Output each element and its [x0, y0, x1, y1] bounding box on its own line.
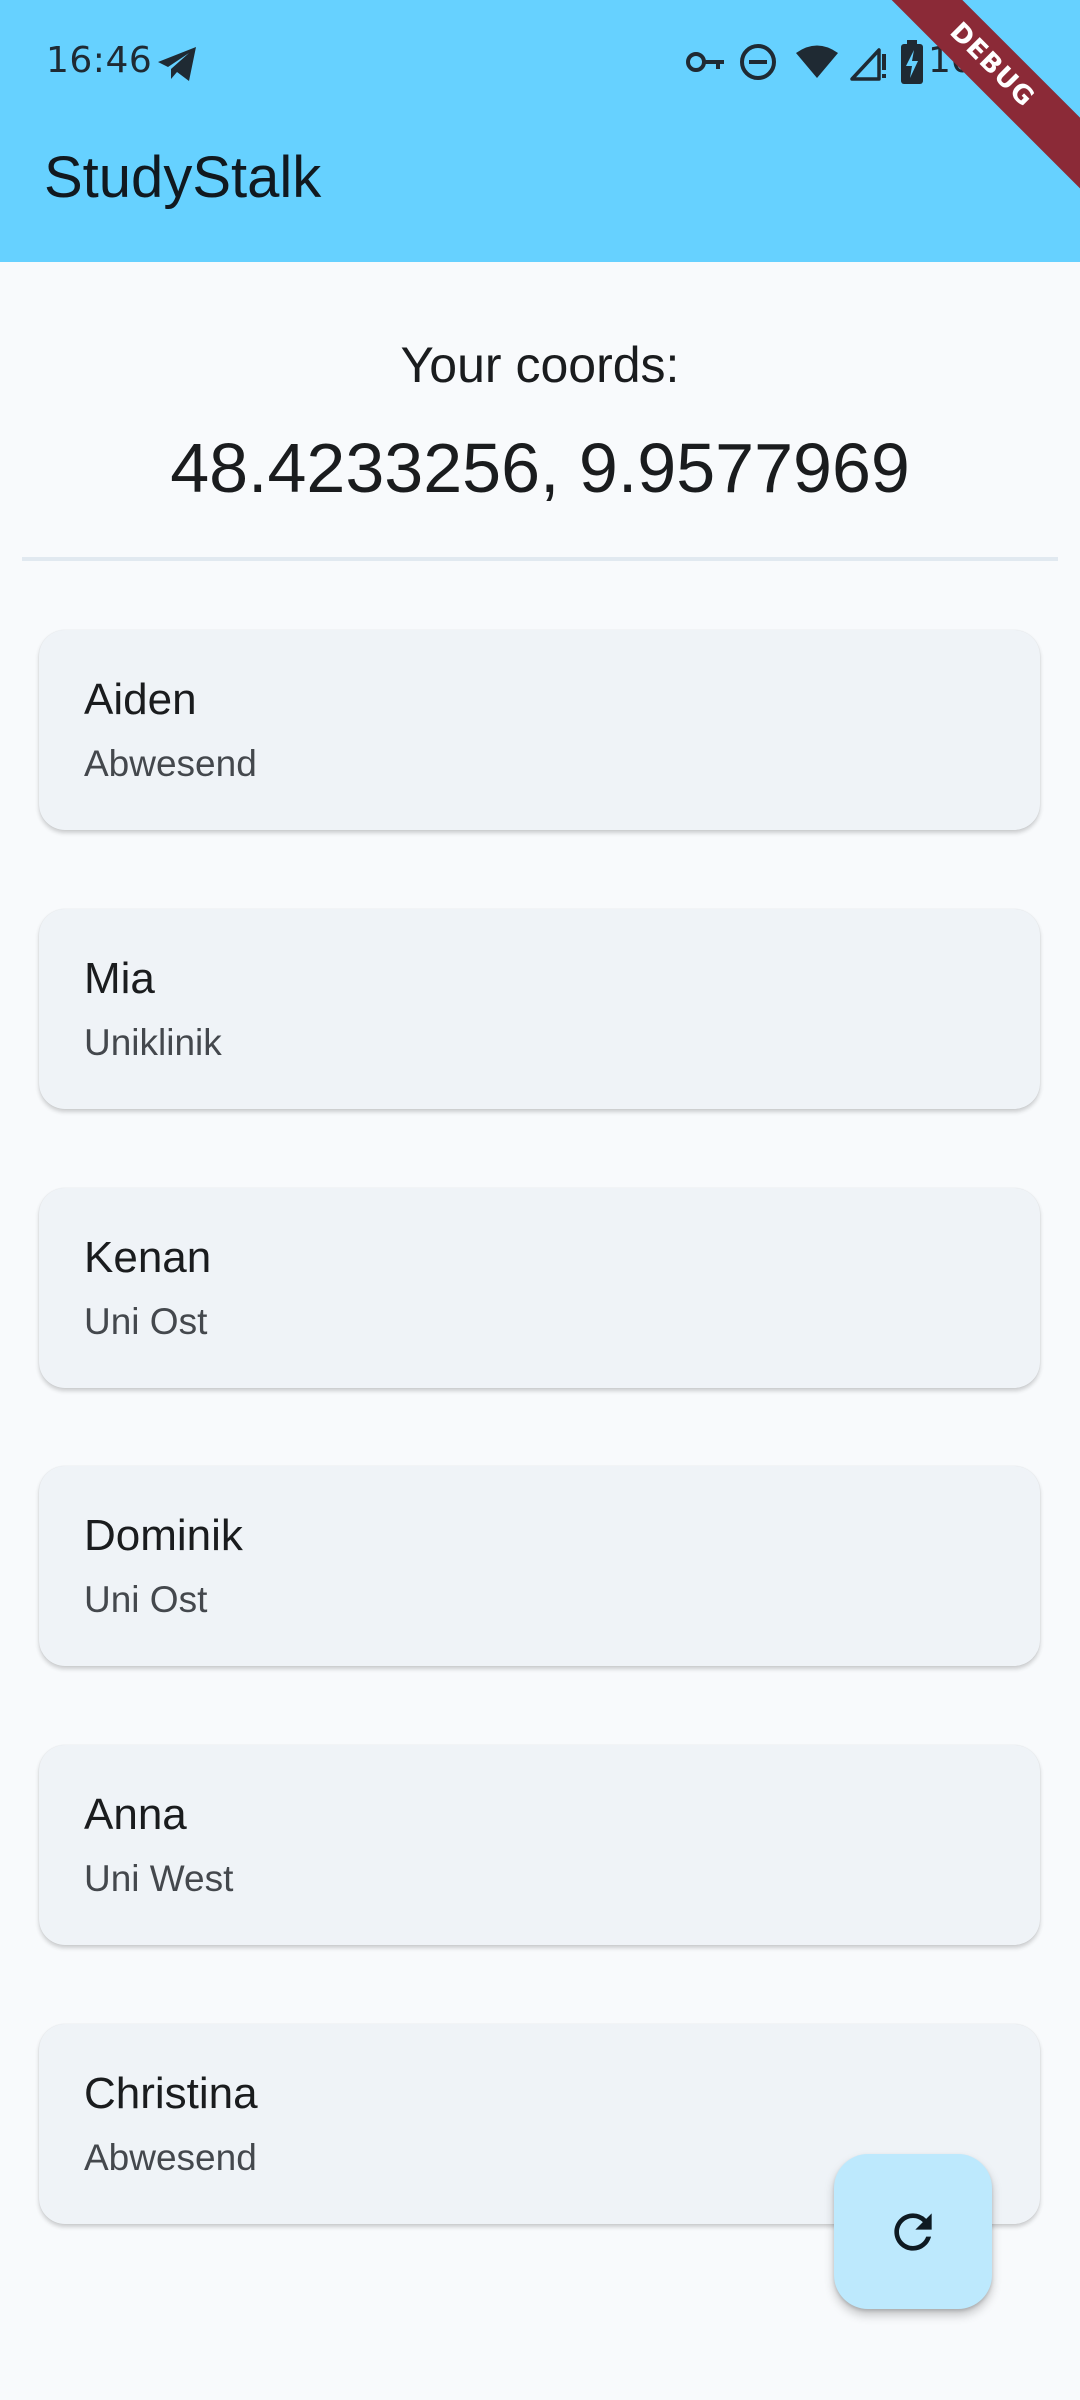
wifi-icon	[796, 45, 838, 78]
user-location: Uni West	[84, 1858, 234, 1899]
user-card-kenan[interactable]: Kenan Uni Ost	[39, 1188, 1040, 1388]
user-name: Christina	[84, 2069, 258, 2118]
signal-icon	[850, 48, 886, 81]
app-bar: 16:46 100	[0, 0, 1080, 262]
telegram-icon	[158, 47, 196, 81]
user-name: Aiden	[84, 675, 197, 724]
user-card-aiden[interactable]: Aiden Abwesend	[39, 630, 1040, 830]
vpn-key-icon	[686, 52, 724, 72]
user-name: Dominik	[84, 1511, 243, 1560]
coords-label: Your coords:	[400, 337, 680, 393]
user-name: Kenan	[84, 1233, 212, 1282]
do-not-disturb-icon	[740, 44, 776, 80]
user-card-dominik[interactable]: Dominik Uni Ost	[39, 1466, 1040, 1666]
refresh-icon	[894, 2212, 932, 2251]
user-card-anna[interactable]: Anna Uni West	[39, 1745, 1040, 1945]
user-location: Abwesend	[84, 2137, 257, 2178]
user-card-mia[interactable]: Mia Uniklinik	[39, 909, 1040, 1109]
user-location: Uni Ost	[84, 1301, 208, 1342]
battery-charging-icon	[901, 40, 923, 84]
coords-value: 48.4233256, 9.9577969	[170, 429, 910, 507]
user-name: Mia	[84, 954, 155, 1003]
refresh-button[interactable]	[834, 2154, 992, 2309]
user-location: Abwesend	[84, 743, 257, 784]
divider	[22, 557, 1058, 561]
user-name: Anna	[84, 1790, 187, 1839]
app-title: StudyStalk	[44, 145, 322, 210]
user-location: Uniklinik	[84, 1022, 222, 1063]
user-location: Uni Ost	[84, 1579, 208, 1620]
status-time: 16:46	[46, 40, 153, 81]
